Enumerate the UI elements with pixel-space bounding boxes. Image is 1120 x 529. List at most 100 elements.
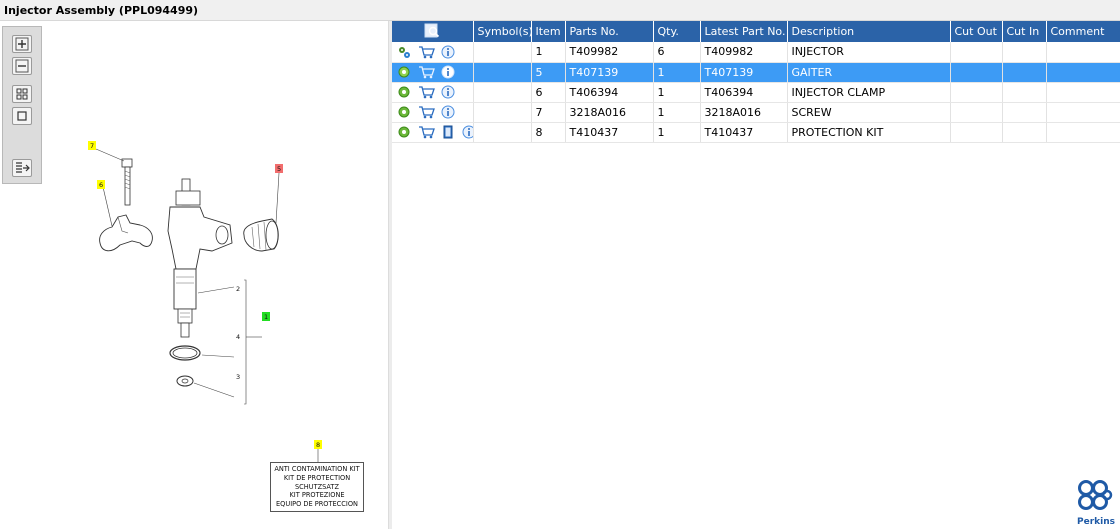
callout-7[interactable]: 7: [88, 141, 96, 150]
gear-icon[interactable]: [397, 125, 411, 139]
column-header-cut-in[interactable]: Cut In: [1002, 21, 1047, 42]
zoom-out-button[interactable]: [12, 57, 32, 75]
callout-5[interactable]: 5: [275, 164, 283, 173]
svg-text:8: 8: [316, 441, 320, 449]
perkins-logo: Perkins: [1076, 479, 1116, 527]
cell-cut-out: [950, 62, 1003, 83]
injector-clamp-part[interactable]: [99, 214, 153, 252]
table-row-selected[interactable]: 5 T407139 1 T407139 GAITER: [392, 62, 1120, 83]
column-header-cut-out[interactable]: Cut Out: [950, 21, 1003, 42]
protection-kit-label: ANTI CONTAMINATION KIT KIT DE PROTECTION…: [270, 462, 364, 512]
callout-3: 3: [236, 373, 240, 381]
table-row[interactable]: 7 3218A016 1 3218A016 SCREW: [392, 102, 1120, 123]
kit-label-line: ANTI CONTAMINATION KIT: [274, 465, 360, 473]
column-header-qty[interactable]: Qty.: [653, 21, 701, 42]
cell-item: 8: [531, 122, 566, 143]
callout-6[interactable]: 6: [97, 180, 105, 189]
cell-symbols: [473, 122, 532, 143]
cart-icon[interactable]: [418, 105, 435, 119]
cell-parts-no: 3218A016: [565, 102, 654, 123]
svg-text:6: 6: [99, 181, 103, 189]
cell-cut-in: [1002, 102, 1047, 123]
cell-cut-in: [1002, 42, 1047, 63]
info-icon[interactable]: [441, 45, 455, 59]
column-header-comment[interactable]: Comment: [1046, 21, 1120, 42]
row-icons: [392, 82, 474, 103]
table-row[interactable]: 1 T409982 6 T409982 INJECTOR: [392, 42, 1120, 63]
column-header-icon[interactable]: [392, 21, 474, 42]
cell-cut-out: [950, 122, 1003, 143]
exploded-view-drawing[interactable]: 7 6 5 2 1 4 3 8: [0, 21, 388, 529]
cell-item: 6: [531, 82, 566, 103]
info-icon[interactable]: [441, 85, 455, 99]
column-header-parts-no[interactable]: Parts No.: [565, 21, 654, 42]
kit-label-line: EQUIPO DE PROTECCION: [276, 500, 358, 509]
cell-qty: 1: [653, 122, 701, 143]
cart-icon[interactable]: [418, 85, 435, 99]
zoom-in-button[interactable]: [12, 35, 32, 53]
kit-label-line: SCHUTZSATZ: [295, 482, 339, 491]
table-row[interactable]: 8 T410437 1 T410437 PROTECTION KIT: [392, 122, 1120, 143]
cell-item: 1: [531, 42, 566, 63]
cart-icon[interactable]: [418, 65, 435, 79]
cell-symbols: [473, 62, 532, 83]
info-icon[interactable]: [462, 125, 472, 139]
column-header-latest-part-no[interactable]: Latest Part No.: [700, 21, 788, 42]
svg-text:3: 3: [236, 373, 240, 381]
gear-icon[interactable]: [397, 85, 411, 99]
cell-comment: [1046, 122, 1120, 143]
zoom-in-icon: [15, 37, 29, 51]
info-icon[interactable]: [441, 65, 455, 79]
row-icons: [392, 42, 474, 63]
injector-part[interactable]: [167, 178, 233, 338]
kit-label-line: KIT DE PROTECTION: [283, 473, 351, 482]
fit-all-button[interactable]: [12, 85, 32, 103]
book-icon[interactable]: [441, 125, 455, 139]
row-icons: [392, 122, 474, 143]
parts-table: Symbol(s) Item Parts No. Qty. Latest Par…: [392, 21, 1120, 143]
cell-latest-part-no: T410437: [700, 122, 788, 143]
cell-cut-in: [1002, 122, 1047, 143]
screw-part[interactable]: [121, 158, 133, 206]
cell-comment: [1046, 82, 1120, 103]
list-export-button[interactable]: [12, 159, 32, 177]
row-icons: [392, 102, 474, 123]
search-list-icon: [424, 23, 440, 37]
table-header-row: Symbol(s) Item Parts No. Qty. Latest Par…: [392, 21, 1120, 42]
cell-parts-no: T407139: [565, 62, 654, 83]
zoom-out-icon: [15, 59, 29, 73]
svg-text:7: 7: [90, 142, 94, 150]
cell-qty: 1: [653, 82, 701, 103]
cell-description: GAITER: [787, 62, 951, 83]
cell-qty: 1: [653, 62, 701, 83]
gear-icon[interactable]: [397, 65, 411, 79]
callout-1[interactable]: 1: [262, 312, 270, 321]
cell-item: 5: [531, 62, 566, 83]
cell-symbols: [473, 102, 532, 123]
cart-icon[interactable]: [418, 45, 435, 59]
actual-size-icon: [17, 111, 27, 121]
list-export-icon: [16, 162, 30, 173]
callout-8[interactable]: 8: [314, 440, 322, 449]
cell-cut-in: [1002, 82, 1047, 103]
row-icons: [392, 62, 474, 83]
cell-item: 7: [531, 102, 566, 123]
cell-latest-part-no: T406394: [700, 82, 788, 103]
cart-icon[interactable]: [418, 125, 435, 139]
callout-2: 2: [236, 285, 240, 293]
gears-icon[interactable]: [397, 45, 411, 59]
o-ring-part[interactable]: [169, 345, 201, 361]
drawing-pane[interactable]: 7 6 5 2 1 4 3 8 ANTI CONTAMINATION KIT K: [0, 21, 388, 529]
column-header-description[interactable]: Description: [787, 21, 951, 42]
title-bar: Injector Assembly (PPL094499): [0, 0, 1120, 21]
gaiter-part[interactable]: [243, 218, 279, 252]
table-row[interactable]: 6 T406394 1 T406394 INJECTOR CLAMP: [392, 82, 1120, 103]
column-header-symbols[interactable]: Symbol(s): [473, 21, 532, 42]
info-icon[interactable]: [441, 105, 455, 119]
cell-symbols: [473, 42, 532, 63]
svg-text:4: 4: [236, 333, 240, 341]
column-header-item[interactable]: Item: [531, 21, 566, 42]
washer-part[interactable]: [176, 375, 194, 387]
gear-icon[interactable]: [397, 105, 411, 119]
actual-size-button[interactable]: [12, 107, 32, 125]
